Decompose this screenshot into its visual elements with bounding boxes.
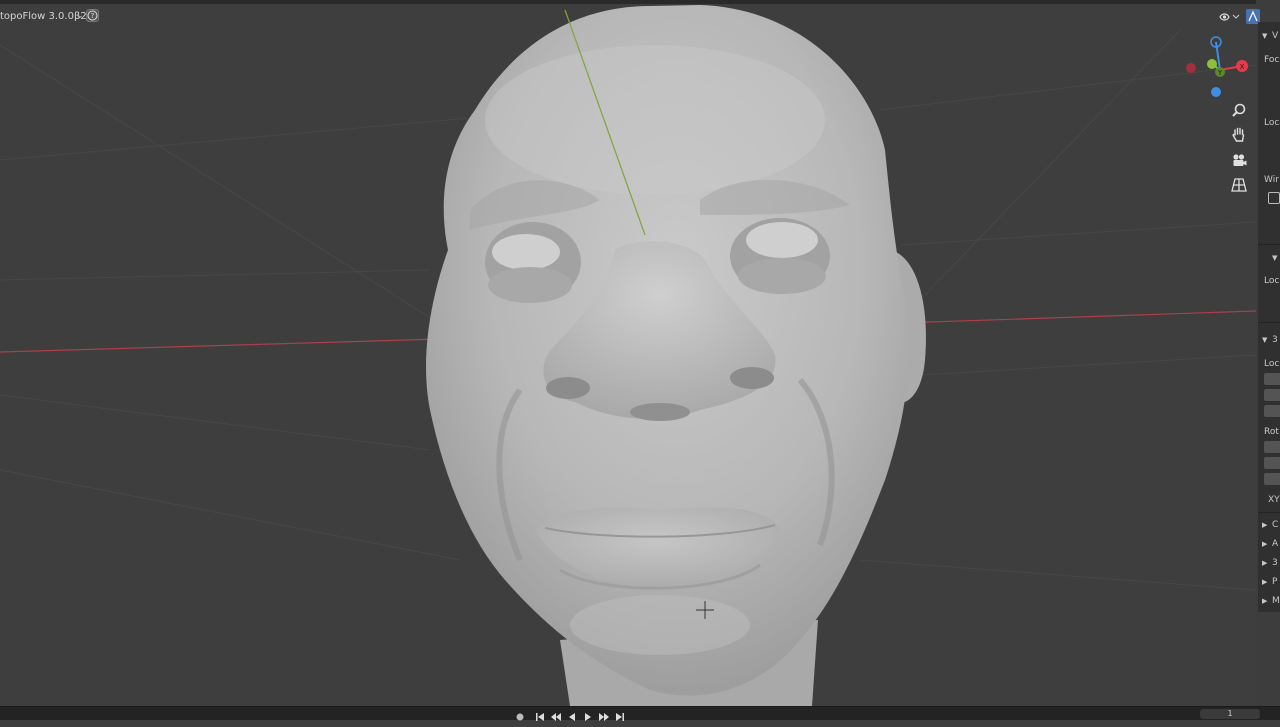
- gizmo-z-pos: [1211, 87, 1221, 97]
- wireframe-toggle-icon[interactable]: [1268, 192, 1280, 204]
- location-z-field[interactable]: [1264, 405, 1280, 417]
- npanel-rotation-label: Rot: [1264, 427, 1279, 437]
- navigation-gizmo[interactable]: X Y: [1182, 34, 1252, 100]
- record-icon[interactable]: [513, 708, 527, 721]
- 3d-viewport[interactable]: [0, 0, 1256, 706]
- play-reverse-icon[interactable]: [565, 708, 579, 721]
- jump-start-icon[interactable]: [533, 708, 547, 721]
- next-keyframe-icon[interactable]: [597, 708, 611, 721]
- npanel-wire-label: Wir: [1264, 175, 1279, 185]
- npanel-focal-label: Foc: [1264, 55, 1280, 65]
- npanel-view-header[interactable]: V: [1272, 31, 1278, 42]
- location-y-field[interactable]: [1264, 389, 1280, 401]
- npanel-section-3[interactable]: P: [1272, 577, 1277, 588]
- play-icon[interactable]: [581, 708, 595, 721]
- rotation-y-field[interactable]: [1264, 457, 1280, 469]
- rotation-x-field[interactable]: [1264, 441, 1280, 453]
- npanel-location-label: Loc: [1264, 359, 1280, 369]
- rotation-z-field[interactable]: [1264, 473, 1280, 485]
- left-eye: [485, 222, 581, 303]
- x-axis-line: [0, 338, 441, 353]
- npanel-section-1[interactable]: A: [1272, 539, 1278, 550]
- jump-end-icon[interactable]: [613, 708, 627, 721]
- grid-perspective-icon[interactable]: [1229, 175, 1249, 195]
- right-eye: [730, 218, 830, 294]
- timeline-bar: 1: [0, 706, 1280, 721]
- addon-label[interactable]: topoFlow 3.0.0β2: [0, 9, 87, 24]
- hand-pan-icon[interactable]: [1229, 125, 1249, 145]
- sidebar-npanel[interactable]: ▼ V Foc Loca Wir ▼ Loc ▼ 3 Loc Rot XY ▶ …: [1258, 22, 1280, 612]
- gizmo-x-label: X: [1240, 63, 1245, 71]
- gizmo-y-label: Y: [1217, 69, 1223, 77]
- location-x-field[interactable]: [1264, 373, 1280, 385]
- npanel-section-2[interactable]: 3: [1272, 558, 1278, 569]
- npanel-clip-label: Loca: [1264, 118, 1280, 128]
- current-frame-field[interactable]: 1: [1200, 709, 1260, 719]
- zoom-icon[interactable]: [1229, 101, 1249, 121]
- viewport-visibility-icon[interactable]: [1216, 9, 1242, 24]
- gizmo-x-neg: [1186, 63, 1196, 73]
- gizmo-y-pos: [1207, 59, 1217, 69]
- npanel-section-4[interactable]: M: [1272, 596, 1280, 607]
- question-icon[interactable]: ?: [86, 9, 99, 22]
- npanel-section-0[interactable]: C: [1272, 520, 1278, 531]
- svg-text:?: ?: [91, 12, 95, 20]
- rotation-mode-select[interactable]: XY: [1268, 495, 1280, 506]
- npanel-lock-label: Loc: [1264, 276, 1280, 286]
- npanel-transform-header[interactable]: 3: [1272, 335, 1278, 346]
- viewport-scene: [0, 5, 1256, 706]
- prev-keyframe-icon[interactable]: [549, 708, 563, 721]
- chevron-down-icon[interactable]: ⌄: [76, 9, 84, 24]
- top-toolbar-strip: [0, 0, 1256, 4]
- camera-icon[interactable]: [1229, 150, 1249, 170]
